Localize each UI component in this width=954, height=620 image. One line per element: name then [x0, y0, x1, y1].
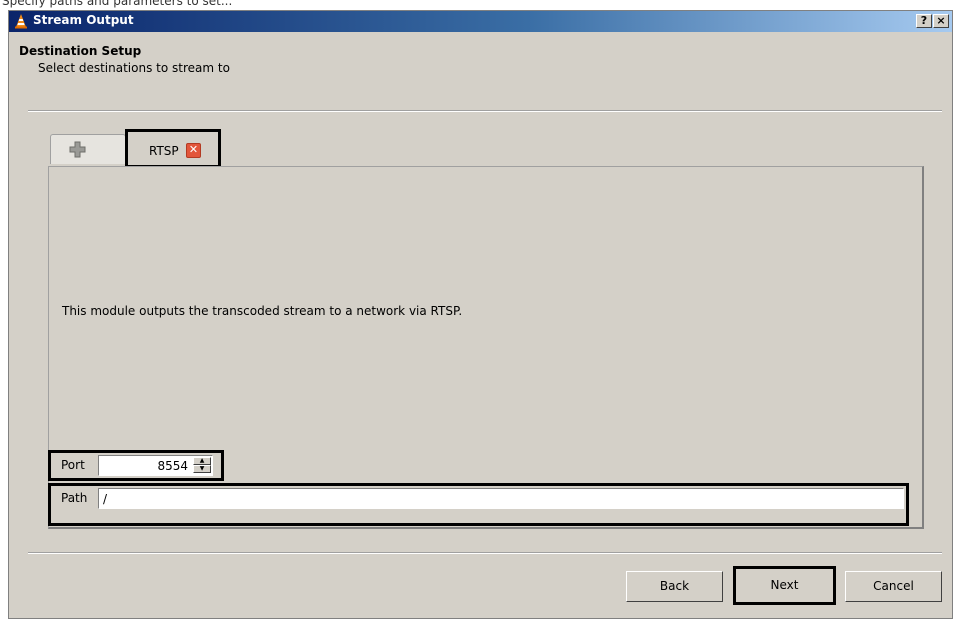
help-button[interactable]: ?	[916, 14, 932, 28]
port-spinbox[interactable]: 8554 ▲ ▼	[98, 455, 213, 476]
port-value: 8554	[157, 459, 188, 473]
page-subtitle: Select destinations to stream to	[38, 61, 230, 75]
spin-down-icon[interactable]: ▼	[193, 465, 211, 473]
module-description: This module outputs the transcoded strea…	[62, 304, 463, 318]
spin-up-icon[interactable]: ▲	[193, 457, 211, 465]
window-title: Stream Output	[33, 13, 134, 27]
port-label: Port	[61, 458, 85, 472]
path-input[interactable]: /	[98, 488, 904, 509]
path-label: Path	[61, 491, 88, 505]
tab-rtsp-label: RTSP	[149, 144, 179, 158]
tab-rtsp[interactable]: RTSP ✕	[125, 129, 221, 168]
cancel-button[interactable]: Cancel	[845, 571, 942, 602]
next-button[interactable]: Next	[733, 566, 836, 605]
back-button[interactable]: Back	[626, 571, 723, 602]
plus-icon	[69, 141, 86, 158]
page-title: Destination Setup	[19, 44, 142, 58]
path-value: /	[103, 492, 108, 506]
clipped-background-text: Specify paths and parameters to set...	[2, 0, 233, 8]
port-spinner[interactable]: ▲ ▼	[193, 457, 211, 474]
footer-divider	[28, 552, 942, 554]
background-window-strip: Specify paths and parameters to set...	[0, 0, 954, 10]
title-bar[interactable]: Stream Output ? ×	[9, 11, 952, 32]
tab-close-icon[interactable]: ✕	[186, 143, 201, 158]
header-divider	[28, 110, 942, 112]
vlc-cone-icon	[15, 14, 27, 29]
close-button[interactable]: ×	[933, 14, 949, 28]
tab-add-destination[interactable]	[50, 134, 126, 164]
